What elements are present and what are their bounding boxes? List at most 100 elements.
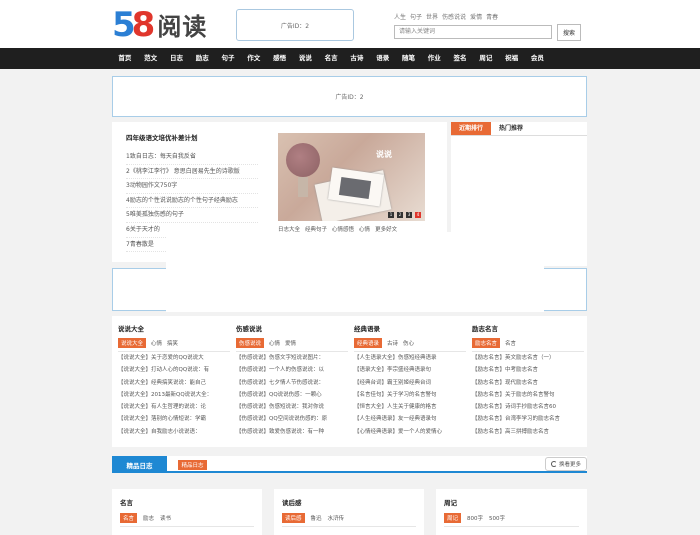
list-item[interactable]: 【励志名言】诗词手抄励志名言60 <box>472 401 584 413</box>
list-item[interactable]: 【伤感说说】QQ说说伤感：一颗心 <box>236 389 348 401</box>
list-item[interactable]: 【伤感说说】伤感文字短说说图片： <box>236 352 348 364</box>
box-tag[interactable]: 读书 <box>160 514 171 522</box>
list-item[interactable]: 【励志名言】高三拼搏励志名言 <box>472 426 584 438</box>
nav-item[interactable]: 说说 <box>292 48 318 69</box>
list-item[interactable]: 【说说大全】有人生哲理的说说：论 <box>118 401 230 413</box>
column-tag-active[interactable]: 伤感说说 <box>236 338 265 348</box>
nav-item[interactable]: 作文 <box>241 48 267 69</box>
tab-essays-active[interactable]: 精品日志 <box>112 456 167 473</box>
nav-item[interactable]: 语录 <box>370 48 396 69</box>
list-item[interactable]: 【人生语录大全】伤感短经典语录 <box>354 352 466 364</box>
list-item[interactable]: 【说说大全】经典搞笑说说：能自己 <box>118 377 230 389</box>
list-item[interactable]: 【励志名言】台湾李学习的励志名言 <box>472 413 584 425</box>
column-tag[interactable]: 伤心 <box>403 339 414 347</box>
box-title[interactable]: 名言 <box>120 497 133 507</box>
column-tag[interactable]: 名言 <box>505 339 516 347</box>
column-tag[interactable]: 心情 <box>269 339 280 347</box>
box-tag-active[interactable]: 名言 <box>120 513 138 523</box>
header-ad[interactable]: 广告ID：2 <box>236 9 354 41</box>
list-item[interactable]: 2《桃李江李行》 意思白居易先生的诗歌版 <box>126 165 258 180</box>
slide-dot[interactable]: 3 <box>406 212 412 218</box>
list-item[interactable]: 【伤感说说】伤感短说说：我对你说 <box>236 401 348 413</box>
list-item[interactable]: 【语录大全】李宗盛经典语录句 <box>354 364 466 376</box>
nav-item-home[interactable]: 首页 <box>112 48 138 69</box>
site-logo[interactable]: 5 8 阅读 <box>112 6 207 42</box>
tab-recent-ranking[interactable]: 近期排行 <box>451 122 492 135</box>
nav-item[interactable]: 签名 <box>447 48 473 69</box>
list-item[interactable]: 【伤感说说】致爱伤感说说：有一种 <box>236 426 348 438</box>
nav-item[interactable]: 名言 <box>318 48 344 69</box>
list-item[interactable]: 5唯美孤独伤感的句子 <box>126 208 258 223</box>
search-button[interactable]: 搜索 <box>557 24 581 41</box>
nav-item[interactable]: 励志 <box>189 48 215 69</box>
hot-keyword[interactable]: 青春 <box>486 12 498 21</box>
list-item[interactable]: 【励志名言】中考励志名言 <box>472 364 584 376</box>
box-tag[interactable]: 800字 <box>467 514 483 522</box>
column-title[interactable]: 说说大全 <box>118 323 230 335</box>
hot-keyword[interactable]: 句子 <box>410 12 422 21</box>
hot-keyword[interactable]: 爱情 <box>470 12 482 21</box>
search-input[interactable]: 请输入关键词 <box>394 25 552 39</box>
column-tag-active[interactable]: 经典语录 <box>354 338 383 348</box>
nav-item-member[interactable]: 会员 <box>525 48 551 69</box>
featured-slideshow-image[interactable]: 说说 1 2 3 4 <box>278 133 425 221</box>
nav-item[interactable]: 随笔 <box>396 48 422 69</box>
list-item[interactable]: 【心情经典语录】爱一个人的爱情心 <box>354 426 466 438</box>
list-item[interactable]: 3动物园作文750字 <box>126 179 258 194</box>
column-tag[interactable]: 爱情 <box>285 339 296 347</box>
list-item[interactable]: 【说说大全】自我励志小说说语： <box>118 426 230 438</box>
slide-dot-active[interactable]: 4 <box>415 212 421 218</box>
list-item[interactable]: 【恒言大全】人生关于健康的格言 <box>354 401 466 413</box>
nav-item[interactable]: 日志 <box>164 48 190 69</box>
column-title[interactable]: 励志名言 <box>472 323 584 335</box>
list-item[interactable]: 【说说大全】落别的心情短说：学霸 <box>118 413 230 425</box>
hot-keyword[interactable]: 伤感说说 <box>442 12 466 21</box>
hot-keyword[interactable]: 世界 <box>426 12 438 21</box>
nav-item[interactable]: 古诗 <box>344 48 370 69</box>
box-title[interactable]: 读后感 <box>282 497 302 507</box>
box-title[interactable]: 周记 <box>444 497 457 507</box>
refresh-button[interactable]: 换看更多 <box>545 457 587 471</box>
box-tag-active[interactable]: 读后感 <box>282 513 305 523</box>
list-item[interactable]: 【励志名言】英文励志名言（一） <box>472 352 584 364</box>
list-item[interactable]: 【说说大全】2013最新QQ说说大全： <box>118 389 230 401</box>
slide-dot[interactable]: 1 <box>388 212 394 218</box>
slide-dot[interactable]: 2 <box>397 212 403 218</box>
nav-item[interactable]: 祝福 <box>499 48 525 69</box>
list-item[interactable]: 【经典台词】霸王别姬经典台词 <box>354 377 466 389</box>
list-item[interactable]: 4励志的个性说说励志的个性句子经典励志 <box>126 194 258 209</box>
list-item[interactable]: 【励志名言】现代励志名言 <box>472 377 584 389</box>
column-tag[interactable]: 心情 <box>151 339 162 347</box>
nav-item[interactable]: 作业 <box>421 48 447 69</box>
nav-item[interactable]: 句子 <box>215 48 241 69</box>
box-tag[interactable]: 励志 <box>143 514 154 522</box>
list-item[interactable]: 【伤感说说】一个人的伤感说说：以 <box>236 364 348 376</box>
tab-essays[interactable]: 精品日志 <box>178 460 207 470</box>
column-tag[interactable]: 古诗 <box>387 339 398 347</box>
column-shuoshuo: 说说大全 说说大全 心情 搞笑 【说说大全】关于恋爱的QQ说说大 【说说大全】打… <box>118 323 230 438</box>
hot-keyword[interactable]: 人生 <box>394 12 406 21</box>
list-item[interactable]: 1致自日志：每天自我反省 <box>126 150 258 165</box>
column-tag-active[interactable]: 说说大全 <box>118 338 147 348</box>
list-item[interactable]: 【人生经典语录】友一经典语录句 <box>354 413 466 425</box>
box-tag[interactable]: 水浒传 <box>328 514 345 522</box>
list-item[interactable]: 【名言佳句】关于学习的名言警句 <box>354 389 466 401</box>
column-title[interactable]: 伤感说说 <box>236 323 348 335</box>
box-tag-active[interactable]: 周记 <box>444 513 462 523</box>
banner-ad[interactable]: 广告ID：2 <box>112 76 587 117</box>
column-title[interactable]: 经典语录 <box>354 323 466 335</box>
featured-title[interactable]: 四年级语文培优补差计划 <box>126 132 198 142</box>
column-tag-active[interactable]: 励志名言 <box>472 338 501 348</box>
list-item[interactable]: 【说说大全】关于恋爱的QQ说说大 <box>118 352 230 364</box>
nav-item[interactable]: 感悟 <box>267 48 293 69</box>
nav-item[interactable]: 周记 <box>473 48 499 69</box>
list-item[interactable]: 【说说大全】打动人心的QQ说说：有 <box>118 364 230 376</box>
list-item[interactable]: 【伤感说说】七夕情人节伤感说说： <box>236 377 348 389</box>
list-item[interactable]: 【励志名言】关于励志的名言警句 <box>472 389 584 401</box>
column-tag[interactable]: 搞笑 <box>167 339 178 347</box>
box-tag[interactable]: 鲁迅 <box>311 514 322 522</box>
box-tag[interactable]: 500字 <box>489 514 505 522</box>
list-item[interactable]: 【伤感说说】QQ空间说说伤感的：原 <box>236 413 348 425</box>
nav-item[interactable]: 范文 <box>138 48 164 69</box>
tab-hot-recommend[interactable]: 热门推荐 <box>491 122 531 135</box>
